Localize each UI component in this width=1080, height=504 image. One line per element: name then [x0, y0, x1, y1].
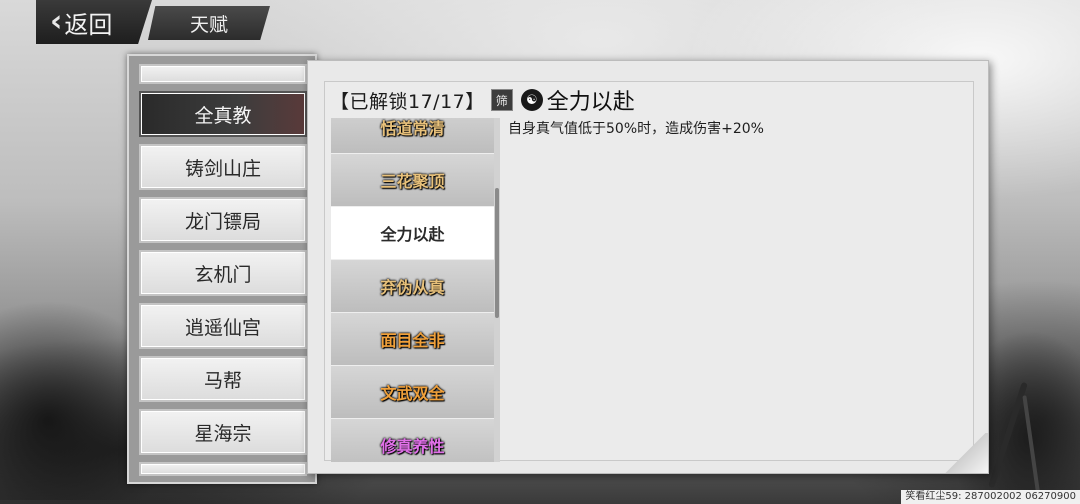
sect-list: 全真教 铸剑山庄 龙门镖局 玄机门 逍遥仙宫 马帮 星海宗: [139, 64, 307, 476]
sect-item[interactable]: 玄机门: [139, 250, 307, 296]
footer-watermark: 笑看红尘59: 287002002 06270900: [901, 490, 1080, 504]
talent-item[interactable]: 弃伪从真: [331, 260, 494, 313]
tab-talent[interactable]: 天赋: [148, 6, 270, 40]
talent-list[interactable]: 恬道常清 三花聚顶 全力以赴 弃伪从真 面目全非 文武双全 修真养性: [331, 118, 494, 462]
talent-item[interactable]: 面目全非: [331, 313, 494, 366]
back-button[interactable]: ‹ 返回: [36, 0, 152, 44]
sect-item-partial-top: [139, 64, 307, 84]
sect-item[interactable]: 铸剑山庄: [139, 144, 307, 190]
talent-list-content: 恬道常清 三花聚顶 全力以赴 弃伪从真 面目全非 文武双全 修真养性: [331, 118, 494, 462]
paper-curl-corner: [942, 433, 988, 473]
talent-list-scrollbar[interactable]: [494, 118, 500, 462]
chevron-left-icon: ‹: [50, 4, 63, 39]
selected-talent-name: 全力以赴: [546, 90, 635, 115]
unlock-status: 【已解锁17/17】: [330, 90, 485, 113]
talent-header: 【已解锁17/17】 筛 ☯ 全力以赴: [330, 86, 635, 115]
filter-icon[interactable]: 筛: [490, 89, 513, 111]
talent-item[interactable]: 恬道常清: [331, 118, 494, 154]
sect-item[interactable]: 全真教: [139, 91, 307, 137]
sect-item[interactable]: 星海宗: [139, 409, 307, 455]
sect-item[interactable]: 逍遥仙宫: [139, 303, 307, 349]
talent-description: 自身真气值低于50%时，造成伤害+20%: [508, 121, 764, 137]
top-bar: ‹ 返回 天赋: [0, 0, 320, 44]
scrollbar-thumb[interactable]: [495, 188, 499, 318]
sect-item-partial-bottom: [139, 462, 307, 476]
sect-item[interactable]: 龙门镖局: [139, 197, 307, 243]
talent-item[interactable]: 修真养性: [331, 419, 494, 462]
martial-type-icon: ☯: [520, 89, 543, 111]
talent-item-selected[interactable]: 全力以赴: [331, 207, 494, 260]
back-label: 返回: [64, 10, 113, 39]
sect-list-panel: 全真教 铸剑山庄 龙门镖局 玄机门 逍遥仙宫 马帮 星海宗: [127, 54, 317, 484]
talent-item[interactable]: 三花聚顶: [331, 154, 494, 207]
sect-item[interactable]: 马帮: [139, 356, 307, 402]
talent-item[interactable]: 文武双全: [331, 366, 494, 419]
